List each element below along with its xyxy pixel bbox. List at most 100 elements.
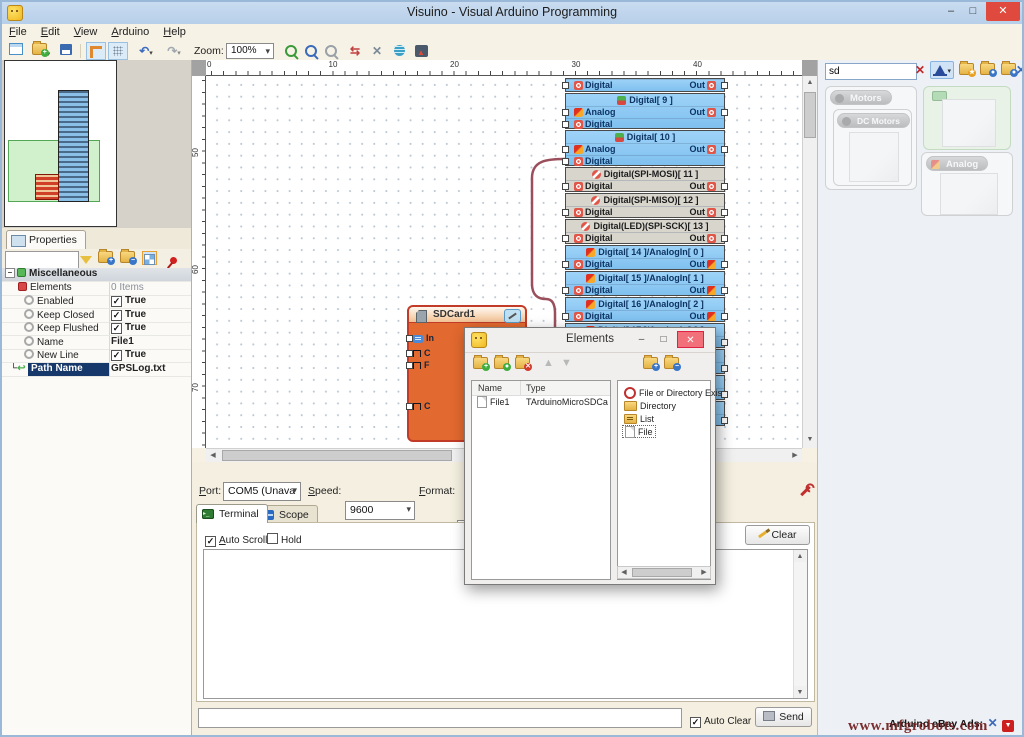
move-down-icon[interactable]: ▼ xyxy=(561,357,572,369)
menu-help[interactable]: Help xyxy=(156,24,193,40)
board-block[interactable]: Digital(SPI-MOSI)[ 11 ]DigitalOut xyxy=(565,167,725,192)
vscroll-thumb[interactable] xyxy=(804,92,816,138)
tree-item-directory[interactable]: Directory xyxy=(622,399,678,412)
board-block[interactable]: DigitalOut xyxy=(565,78,725,92)
pin-connector-right[interactable] xyxy=(721,313,728,320)
route-wires-toggle[interactable] xyxy=(86,42,106,60)
pin-connector-left[interactable] xyxy=(562,287,569,294)
send-input[interactable] xyxy=(198,708,682,728)
wizard-button[interactable]: ▾ xyxy=(930,61,954,79)
move-up-icon[interactable]: ▲ xyxy=(543,357,554,369)
menu-view[interactable]: View xyxy=(67,24,105,40)
zoom-out-button[interactable] xyxy=(322,43,340,59)
pin-row[interactable]: AnalogOut xyxy=(566,143,724,155)
scroll-up-icon[interactable]: ▲ xyxy=(803,76,817,90)
hscroll-thumb[interactable] xyxy=(222,450,452,461)
zoom-combobox[interactable]: 100% xyxy=(226,43,274,59)
output-scroll-down-icon[interactable]: ▼ xyxy=(794,686,806,698)
sdcard-header[interactable]: SDCard1 xyxy=(409,307,525,323)
pin-panel-icon[interactable] xyxy=(170,251,177,269)
minimize-button[interactable]: – xyxy=(940,2,962,21)
tab-terminal[interactable]: Terminal xyxy=(196,504,268,523)
tree-item-file-or-directory-exis[interactable]: File or Directory Exis xyxy=(622,386,724,399)
pin-connector-right[interactable] xyxy=(721,109,728,116)
overview-minimap[interactable] xyxy=(2,60,191,228)
upload-arduino-button[interactable] xyxy=(412,43,430,59)
pin-connector-left[interactable] xyxy=(562,146,569,153)
property-row-path-name[interactable]: └↩Path NameGPSLog.txt xyxy=(2,363,191,377)
output-scrollbar[interactable]: ▲ ▼ xyxy=(793,550,807,698)
property-row-new-line[interactable]: New Line✓True xyxy=(2,349,191,363)
collapse-categories-icon[interactable]: − xyxy=(120,251,135,269)
grid-view-toggle[interactable] xyxy=(142,251,157,265)
speed-combobox[interactable]: 9600 xyxy=(345,501,415,520)
tree-scroll-left-icon[interactable]: ◀ xyxy=(618,567,630,578)
pin-row[interactable]: DigitalOut xyxy=(566,258,724,270)
delete-element-button[interactable]: ✕ xyxy=(515,357,530,375)
board-block[interactable]: Digital[ 9 ]AnalogOutDigital xyxy=(565,93,725,129)
pin-connector-left[interactable] xyxy=(562,313,569,320)
pin-connector-right[interactable] xyxy=(721,82,728,89)
tree-scroll-thumb[interactable] xyxy=(632,568,692,577)
hold-checkbox[interactable]: Hold xyxy=(267,530,302,548)
pin-connector-right[interactable] xyxy=(721,417,728,424)
checkbox-checked-icon[interactable]: ✓ xyxy=(111,323,122,334)
property-row-elements[interactable]: Elements0 Items xyxy=(2,282,191,296)
save-button[interactable] xyxy=(57,43,75,59)
property-row-enabled[interactable]: Enabled✓True xyxy=(2,295,191,309)
checkbox-checked-icon[interactable]: ✓ xyxy=(111,296,122,307)
help-web-button[interactable] xyxy=(390,43,408,59)
board-block[interactable]: Digital[ 10 ]AnalogOutDigital xyxy=(565,130,725,166)
pin-row[interactable]: DigitalOut xyxy=(566,284,724,296)
pin-connector-left[interactable] xyxy=(562,183,569,190)
terminal-settings-wrench-icon[interactable] xyxy=(804,484,807,502)
sdcard-pin-connector[interactable] xyxy=(406,362,413,369)
tree-item-list[interactable]: List xyxy=(622,412,656,425)
pin-connector-right[interactable] xyxy=(721,287,728,294)
pin-row[interactable]: DigitalOut xyxy=(566,180,724,192)
output-scroll-up-icon[interactable]: ▲ xyxy=(794,550,806,562)
palette-search-input[interactable] xyxy=(825,63,917,80)
category-filter-2-icon[interactable]: ● xyxy=(980,63,995,81)
maximize-button[interactable]: □ xyxy=(962,2,984,21)
sdcard-pin[interactable]: In xyxy=(413,333,434,344)
tree-horizontal-scrollbar[interactable]: ◀ ▶ xyxy=(617,566,711,579)
board-block[interactable]: Digital[ 16 ]/AnalogIn[ 2 ]DigitalOut xyxy=(565,297,725,322)
refresh-button[interactable]: ⇆ xyxy=(346,43,364,59)
property-row-keep-closed[interactable]: Keep Closed✓True xyxy=(2,309,191,323)
collapse-all-button[interactable]: − xyxy=(664,357,679,375)
zoom-region-button[interactable] xyxy=(302,43,320,59)
menu-arduino[interactable]: Arduino xyxy=(104,24,156,40)
delete-button[interactable]: ✕ xyxy=(368,43,386,59)
sdcard-pin[interactable]: C xyxy=(413,401,431,412)
close-button[interactable]: ✕ xyxy=(986,2,1020,21)
auto-scroll-checkbox[interactable]: ✓Auto Scroll xyxy=(205,530,267,548)
expand-all-button[interactable]: + xyxy=(643,357,658,375)
tree-scroll-right-icon[interactable]: ▶ xyxy=(698,567,710,578)
pin-connector-right[interactable] xyxy=(721,339,728,346)
pin-connector-left[interactable] xyxy=(562,209,569,216)
card-green[interactable] xyxy=(923,86,1011,150)
menu-edit[interactable]: Edit xyxy=(34,24,67,40)
pin-connector-left[interactable] xyxy=(562,158,569,165)
board-block[interactable]: Digital(SPI-MISO)[ 12 ]DigitalOut xyxy=(565,193,725,218)
undo-button[interactable]: ↶▾ xyxy=(134,43,158,59)
elements-dialog-titlebar[interactable]: Elements – □ ✕ xyxy=(465,328,715,353)
sdcard-pin[interactable]: F xyxy=(413,360,430,371)
pin-connector-left[interactable] xyxy=(562,82,569,89)
element-row[interactable]: File1 TArduinoMicroSDCard... xyxy=(472,395,610,409)
auto-clear-checkbox[interactable]: ✓Auto Clear xyxy=(690,711,751,729)
sdcard-wrench-icon[interactable] xyxy=(504,309,521,323)
pin-connector-left[interactable] xyxy=(562,109,569,116)
category-filter-3-icon[interactable]: ● xyxy=(1001,63,1016,81)
clear-search-icon[interactable]: ✕ xyxy=(915,63,925,77)
menu-file[interactable]: File xyxy=(2,24,34,40)
scroll-down-icon[interactable]: ▼ xyxy=(803,433,817,447)
zoom-in-button[interactable] xyxy=(282,43,300,59)
sdcard-pin[interactable]: C xyxy=(413,348,431,359)
expand-categories-icon[interactable]: + xyxy=(98,251,113,269)
pin-row[interactable]: DigitalOut xyxy=(566,79,724,91)
tree-item-file[interactable]: File xyxy=(622,425,656,438)
open-project-button[interactable]: +▾ xyxy=(28,43,54,59)
edit-element-button[interactable]: ● xyxy=(494,357,509,375)
